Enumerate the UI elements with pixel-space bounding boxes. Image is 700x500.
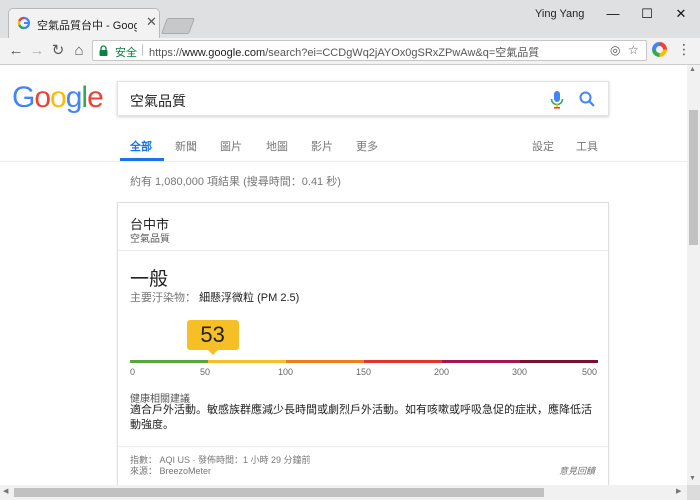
- back-icon[interactable]: ←: [6, 41, 26, 61]
- logo-letter: G: [12, 81, 35, 114]
- profile-name[interactable]: Ying Yang: [535, 8, 584, 20]
- pollutant-value: 細懸浮微粒 (PM 2.5): [199, 292, 300, 304]
- tab-close-icon[interactable]: ✕: [146, 14, 157, 30]
- star-icon[interactable]: ☆: [628, 43, 639, 57]
- scale-segment: [208, 360, 286, 363]
- scale-tick-label: 50: [200, 367, 211, 377]
- result-stats: 約有 1,080,000 項結果 (搜尋時間：0.41 秒): [130, 176, 341, 188]
- scale-tick-label: 100: [278, 367, 294, 377]
- settings-link[interactable]: 設定: [532, 138, 554, 154]
- scale-segment: [520, 360, 598, 363]
- scale-segment: [130, 360, 208, 363]
- lock-icon: [99, 45, 108, 56]
- tab-title: 空氣品質台中 - Google 搜: [37, 20, 137, 32]
- divider: [118, 446, 608, 447]
- horizontal-scrollbar[interactable]: ◀ ▶: [0, 485, 687, 500]
- browser-toolbar: ← → ↻ ⌂ 安全 | https://www.google.com/sear…: [0, 38, 700, 65]
- google-favicon-icon: [17, 16, 31, 30]
- search-icon[interactable]: [578, 90, 596, 108]
- divider: [118, 250, 608, 251]
- aqi-level: 一般: [130, 269, 169, 290]
- tab-more[interactable]: 更多: [356, 138, 378, 154]
- active-tab-indicator: [120, 158, 164, 161]
- vertical-scrollbar[interactable]: ▲ ▼: [687, 65, 700, 485]
- maximize-button[interactable]: ☐: [634, 4, 660, 24]
- url-prefix: https://: [149, 47, 183, 59]
- vertical-scroll-thumb[interactable]: [689, 110, 698, 245]
- tab-videos[interactable]: 影片: [311, 138, 333, 154]
- search-tabs: 全部 新聞 圖片 地圖 影片 更多 設定 工具: [0, 125, 687, 162]
- forward-icon[interactable]: →: [27, 41, 47, 61]
- scale-segment: [442, 360, 520, 363]
- secure-label: 安全: [115, 47, 137, 59]
- search-input[interactable]: 空氣品質: [130, 91, 186, 111]
- tools-link[interactable]: 工具: [576, 138, 598, 154]
- logo-letter: g: [65, 81, 83, 114]
- scale-segment: [364, 360, 442, 363]
- url-separator: |: [141, 42, 145, 56]
- extension-icon[interactable]: [652, 42, 667, 57]
- scroll-left-icon[interactable]: ◀: [3, 487, 8, 495]
- reload-icon[interactable]: ↻: [48, 41, 68, 61]
- minimize-button[interactable]: —: [600, 4, 626, 24]
- microphone-icon[interactable]: [550, 91, 564, 109]
- scroll-right-icon[interactable]: ▶: [676, 487, 681, 495]
- tab-images[interactable]: 圖片: [220, 138, 242, 154]
- title-bar: 空氣品質台中 - Google 搜 ✕ Ying Yang — ☐ ✕: [0, 0, 700, 38]
- scroll-up-icon[interactable]: ▲: [689, 66, 696, 73]
- scale-tick-label: 500: [582, 367, 598, 377]
- tab-news[interactable]: 新聞: [175, 138, 197, 154]
- location-icon[interactable]: ◎: [610, 43, 620, 57]
- horizontal-scroll-thumb[interactable]: [14, 488, 544, 497]
- page-content: Google 空氣品質 全部 新聞 圖片 地圖 影片 更多 設定 工具 約有 1…: [0, 65, 687, 485]
- url-text[interactable]: https://www.google.com/search?ei=CCDgWq2…: [149, 44, 539, 60]
- browser-tab[interactable]: 空氣品質台中 - Google 搜 ✕: [8, 8, 160, 38]
- aqi-value-badge: 53: [186, 320, 239, 350]
- home-icon[interactable]: ⌂: [69, 41, 89, 61]
- logo-letter: o: [50, 81, 67, 114]
- health-text: 適合戶外活動。敏感族群應減少長時間或劇烈戶外活動。如有咳嗽或呼吸急促的症狀，應降…: [130, 404, 592, 431]
- close-window-button[interactable]: ✕: [668, 4, 694, 24]
- pollutant-label: 主要汙染物：: [130, 292, 196, 304]
- logo-letter: o: [34, 81, 51, 114]
- google-logo[interactable]: Google: [12, 81, 104, 115]
- scroll-down-icon[interactable]: ▼: [689, 475, 696, 482]
- scale-tick-label: 150: [356, 367, 372, 377]
- tab-maps[interactable]: 地圖: [266, 138, 288, 154]
- address-bar[interactable]: 安全 | https://www.google.com/search?ei=CC…: [92, 40, 647, 61]
- url-path: /search?ei=CCDgWq2jAYOx0gSRxZPwAw&q=空氣品質: [265, 47, 540, 59]
- scale-tick-label: 0: [130, 367, 136, 377]
- menu-icon[interactable]: ⋮: [677, 41, 691, 58]
- scale-tick-label: 300: [512, 367, 528, 377]
- url-host: www.google.com: [182, 47, 266, 59]
- scale-tick-label: 200: [434, 367, 450, 377]
- air-quality-card: 台中市 空氣品質 一般 主要汙染物： 細懸浮微粒 (PM 2.5) 53 0 50…: [117, 202, 609, 485]
- logo-letter: e: [87, 81, 104, 114]
- search-box[interactable]: 空氣品質: [117, 81, 609, 116]
- scale-segment: [286, 360, 364, 363]
- feedback-link[interactable]: 意見回饋: [559, 464, 595, 477]
- scrollbar-corner: [687, 485, 700, 500]
- new-tab-button[interactable]: [161, 18, 195, 34]
- main-pollutant: 主要汙染物： 細懸浮微粒 (PM 2.5): [130, 289, 299, 305]
- tab-all[interactable]: 全部: [130, 138, 152, 154]
- card-subtitle: 空氣品質: [130, 234, 170, 245]
- aqi-pointer: [207, 350, 218, 355]
- source-info: 來源： BreezoMeter: [130, 466, 212, 476]
